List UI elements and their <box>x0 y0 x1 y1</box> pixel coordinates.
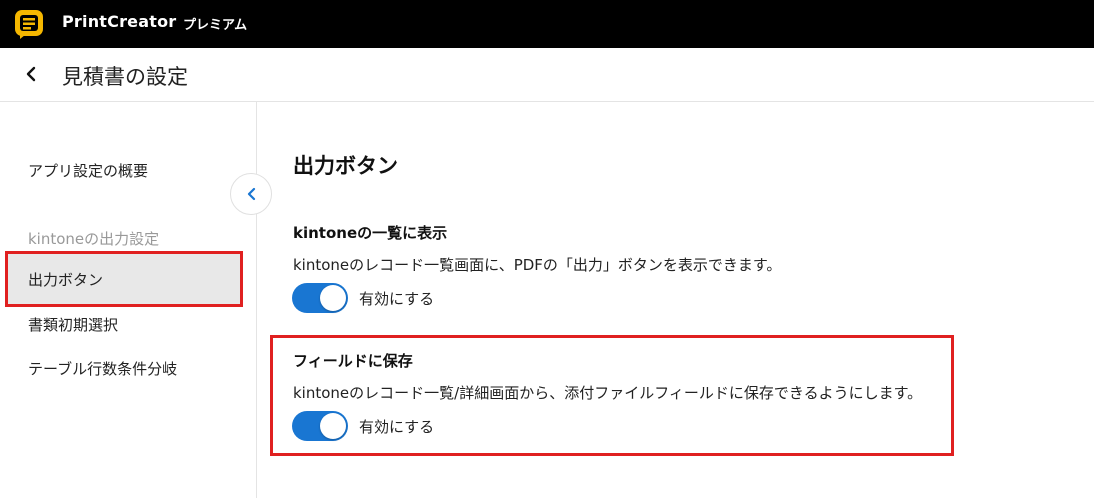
setting-description-list-display: kintoneのレコード一覧画面に、PDFの「出力」ボタンを表示できます。 <box>293 256 782 274</box>
page-title: 見積書の設定 <box>62 65 188 89</box>
back-button[interactable] <box>20 62 44 86</box>
toggle-label: 有効にする <box>359 418 435 436</box>
sidebar-item-document-default[interactable]: 書類初期選択 <box>28 314 118 335</box>
toggle-knob <box>320 413 346 439</box>
top-bar: PrintCreator プレミアム <box>0 0 1094 48</box>
sidebar-item-app-overview[interactable]: アプリ設定の概要 <box>28 160 148 181</box>
chevron-left-icon <box>247 187 256 201</box>
sidebar: アプリ設定の概要 kintoneの出力設定 出力ボタン 書類初期選択 テーブル行… <box>0 102 257 498</box>
sidebar-section-kintone-output: kintoneの出力設定 <box>28 230 160 248</box>
plan-label: プレミアム <box>183 18 248 33</box>
toggle-label: 有効にする <box>359 290 435 308</box>
app-name: PrintCreator <box>62 12 177 31</box>
printcreator-logo-icon[interactable] <box>14 9 44 39</box>
section-title: 出力ボタン <box>293 154 398 178</box>
setting-title-list-display: kintoneの一覧に表示 <box>293 224 448 242</box>
page-header: 見積書の設定 <box>0 48 1094 102</box>
toggle-knob <box>320 285 346 311</box>
setting-description-save-to-field: kintoneのレコード一覧/詳細画面から、添付ファイルフィールドに保存できるよ… <box>293 384 923 402</box>
sidebar-item-output-button[interactable]: 出力ボタン <box>5 251 243 307</box>
sidebar-item-label: 出力ボタン <box>28 271 104 289</box>
setting-title-save-to-field: フィールドに保存 <box>293 352 413 370</box>
chevron-left-icon <box>26 66 36 82</box>
sidebar-item-table-rows-branch[interactable]: テーブル行数条件分岐 <box>28 358 177 379</box>
sidebar-collapse-button[interactable] <box>230 173 272 215</box>
toggle-list-display[interactable] <box>292 283 348 313</box>
toggle-save-to-field[interactable] <box>292 411 348 441</box>
